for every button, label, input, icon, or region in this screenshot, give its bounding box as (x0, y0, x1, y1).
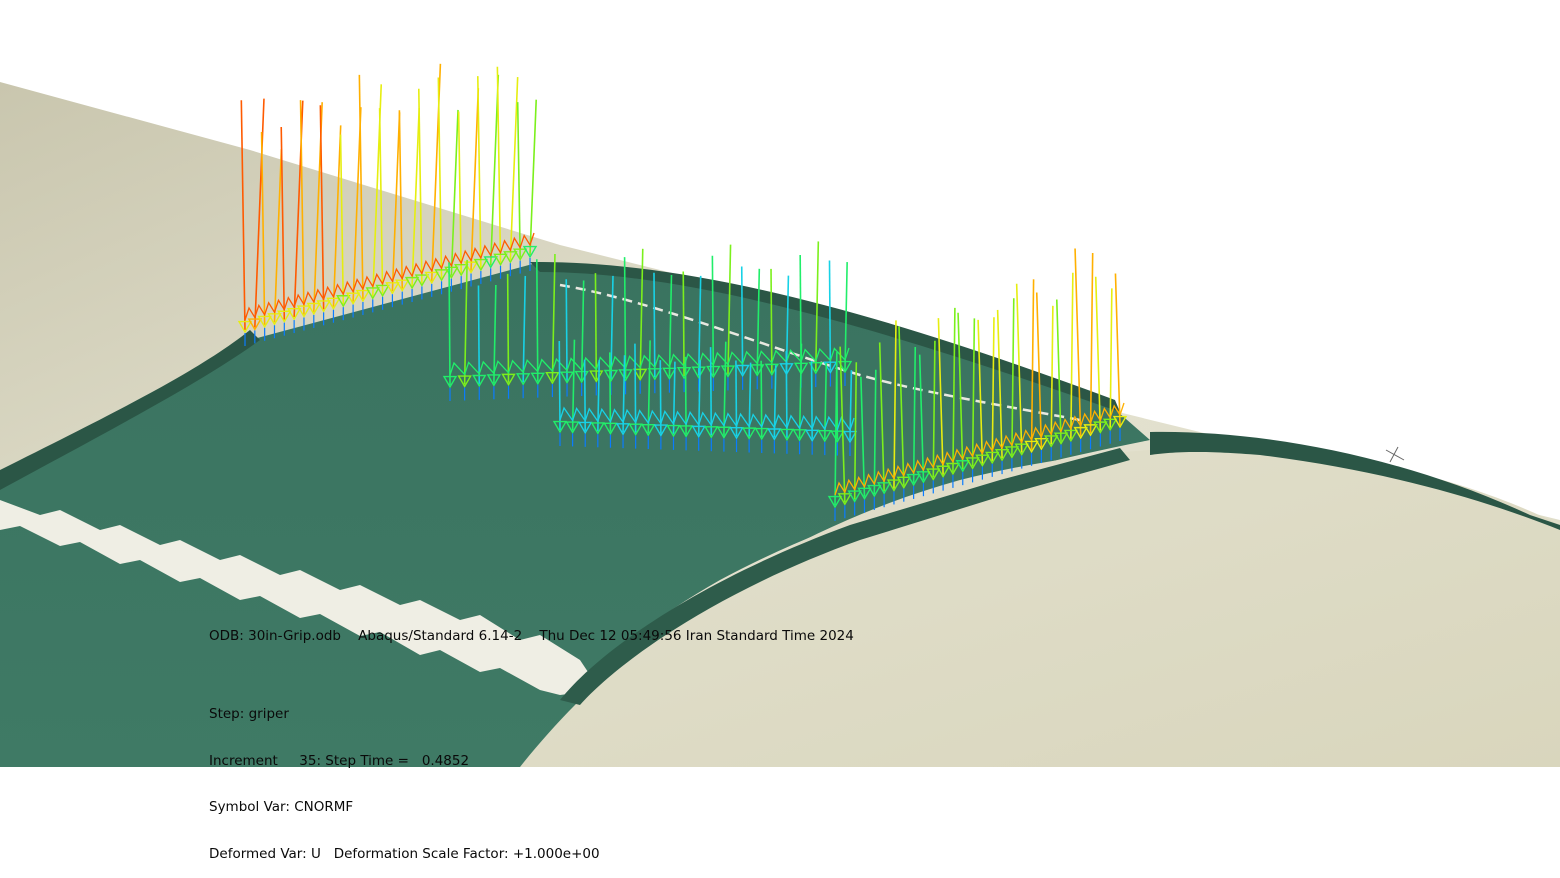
model-scene[interactable] (0, 0, 1560, 767)
cnormf-arrow (740, 266, 744, 374)
cnormf-arrow (529, 99, 538, 256)
cnormf-arrow (709, 347, 713, 436)
cnormf-arrow (477, 285, 481, 384)
cnormf-arrow (828, 260, 832, 371)
cnormf-arrow (506, 273, 510, 383)
cnormf-arrow (535, 259, 539, 382)
cnormf-arrow (634, 343, 637, 433)
cnormf-arrow (711, 255, 715, 376)
cnormf-arrow (785, 351, 788, 438)
cnormf-arrow (565, 279, 568, 381)
step-line: Step: griper (209, 706, 289, 722)
cross-marker-icon (1385, 446, 1405, 463)
odb-info-line: ODB: 30in-Grip.odb Abaqus/Standard 6.14-… (209, 628, 854, 644)
symbol-var-line: Symbol Var: CNORMF (209, 799, 354, 815)
cnormf-arrow (594, 273, 598, 380)
cnormf-arrow (1114, 273, 1121, 426)
model-viewport[interactable] (0, 0, 1560, 767)
cnormf-arrow (448, 262, 451, 386)
cnormf-arrow (770, 268, 773, 373)
deformed-var-line: Deformed Var: U Deformation Scale Factor… (209, 845, 600, 862)
cnormf-arrow (558, 340, 561, 431)
cnormf-arrow (653, 272, 656, 378)
cnormf-arrow (682, 271, 685, 377)
step-info-block: Step: griper Increment 35: Step Time = 0… (209, 676, 600, 878)
